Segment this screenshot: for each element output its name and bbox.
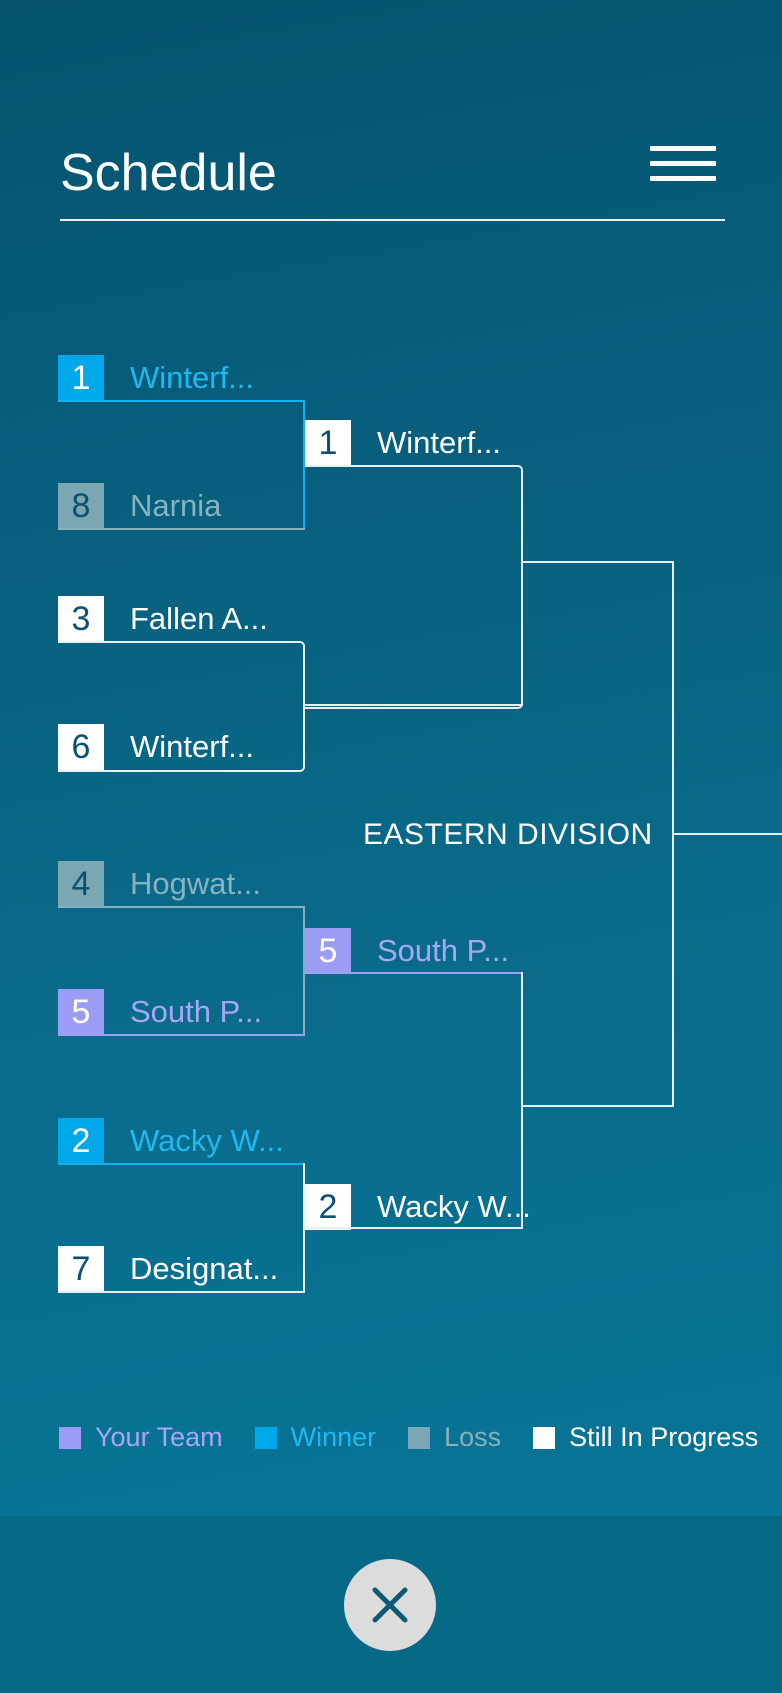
bracket-connector [305,465,523,709]
bracket-connector [672,833,782,835]
hamburger-menu-icon[interactable] [650,146,716,186]
header: Schedule [60,138,725,208]
close-icon [372,1587,408,1623]
page-title: Schedule [60,144,277,202]
team-name: Fallen A... [130,601,268,636]
legend-swatch [59,1426,81,1449]
bracket-connector [58,906,305,908]
seed-badge: 2 [305,1184,351,1230]
bracket-slot[interactable]: 3 Fallen A... [58,596,268,642]
legend-item-winner: Winner [254,1422,377,1453]
legend-label: Your Team [95,1422,223,1452]
seed-badge: 4 [58,861,104,907]
bracket-connector [58,400,303,402]
legend-label: Winner [290,1422,377,1452]
seed-badge: 3 [58,596,104,642]
seed-badge: 7 [58,1246,104,1292]
legend-label: Loss [444,1422,502,1452]
bracket-connector [521,561,674,563]
team-name: Narnia [130,488,222,523]
bracket-connector [58,528,305,530]
close-button[interactable] [344,1559,436,1651]
bracket-connector [58,1163,305,1165]
team-name: South P... [130,994,263,1029]
team-name: Hogwat... [130,866,261,901]
bracket-slot[interactable]: 1 Winterf... [305,420,501,466]
team-name: Winterf... [130,360,255,395]
team-name: South P... [377,933,510,968]
header-divider [60,219,725,221]
bracket-slot[interactable]: 4 Hogwat... [58,861,261,907]
division-label: EASTERN DIVISION [363,818,653,851]
bracket-connector [58,641,305,772]
bracket-connector [58,1291,305,1293]
seed-badge: 5 [58,989,104,1035]
legend-item-in-progress: Still In Progress [533,1422,758,1453]
bracket-slot[interactable]: 1 Winterf... [58,355,254,401]
legend-label: Still In Progress [569,1422,759,1452]
legend: Your Team Winner Loss Still In Progress [59,1422,758,1453]
bracket-connector [521,1105,674,1107]
bracket-slot[interactable]: 8 Narnia [58,483,221,529]
team-name: Wacky W... [130,1123,284,1158]
legend-swatch [533,1426,556,1449]
seed-badge: 1 [305,420,351,466]
bracket-connector [305,972,521,974]
legend-swatch [408,1426,431,1449]
seed-badge: 8 [58,483,104,529]
seed-badge: 1 [58,355,104,401]
legend-swatch [254,1426,277,1449]
bracket-slot[interactable]: 5 South P... [58,989,262,1035]
bracket-connector [521,972,523,1229]
team-name: Designat... [130,1251,279,1286]
seed-badge: 2 [58,1118,104,1164]
bracket-connector [305,1227,523,1229]
bracket-slot[interactable]: 2 Wacky W... [305,1184,531,1230]
bracket-slot[interactable]: 2 Wacky W... [58,1118,284,1164]
seed-badge: 5 [305,928,351,974]
bracket-slot[interactable]: 5 South P... [305,928,509,974]
bracket-slot[interactable]: 7 Designat... [58,1246,278,1292]
legend-item-loss: Loss [408,1422,501,1453]
legend-item-your-team: Your Team [59,1422,223,1453]
team-name: Winterf... [377,425,502,460]
bracket-connector [58,1034,305,1036]
team-name: Wacky W... [377,1189,531,1224]
